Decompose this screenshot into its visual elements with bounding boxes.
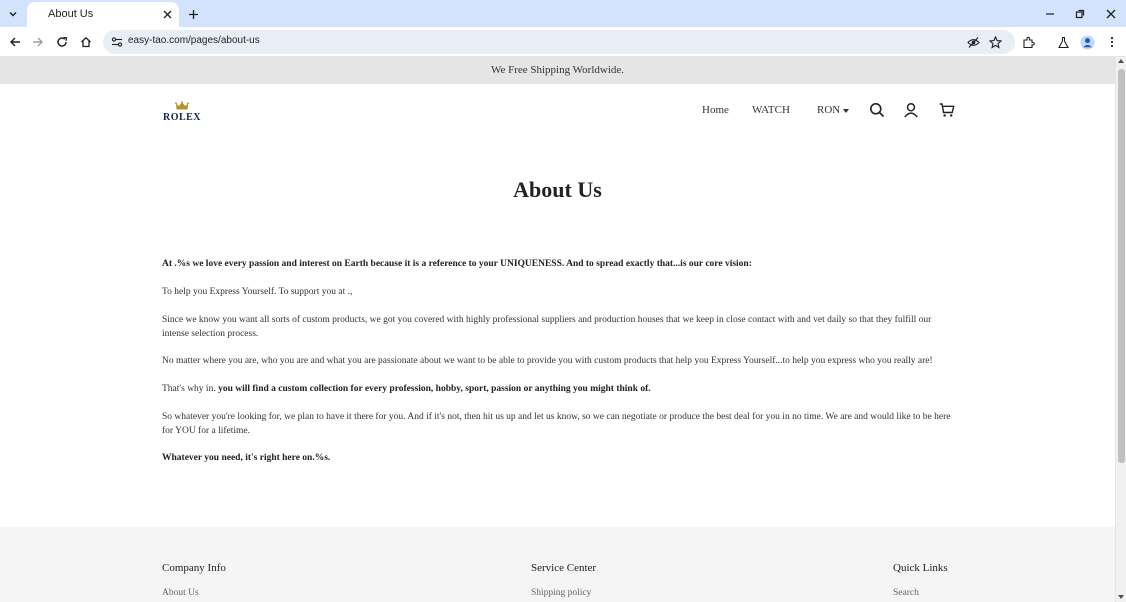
- footer-heading-service: Service Center: [531, 562, 597, 574]
- page-viewport: We Free Shipping Worldwide. ROLEX Home W…: [0, 57, 1115, 602]
- logo-text: ROLEX: [162, 112, 202, 123]
- cart-icon[interactable]: [939, 102, 955, 118]
- close-window-icon[interactable]: [1102, 5, 1120, 23]
- nav-watch-link[interactable]: WATCH: [752, 104, 790, 116]
- paragraph-collection: That's why in. you will find a custom co…: [162, 384, 651, 394]
- paragraph-deal: So whatever you're looking for, we plan …: [162, 412, 951, 436]
- new-tab-plus-icon[interactable]: [184, 5, 202, 23]
- active-tab[interactable]: About Us: [27, 2, 179, 27]
- minimize-icon[interactable]: [1041, 5, 1059, 23]
- scroll-up-arrow-icon[interactable]: [1118, 59, 1124, 63]
- reload-icon[interactable]: [52, 32, 72, 52]
- footer-heading-company: Company Info: [162, 562, 226, 574]
- paragraph-passion: No matter where you are, who you are and…: [162, 356, 933, 366]
- menu-kebab-icon[interactable]: [1102, 32, 1122, 52]
- paragraph-closing: Whatever you need, it's right here on.%s…: [162, 453, 331, 463]
- forward-arrow-icon[interactable]: [28, 32, 48, 52]
- url-text: easy-tao.com/pages/about-us: [128, 35, 260, 46]
- footer-heading-quick-links: Quick Links: [893, 562, 948, 574]
- page-scrollbar[interactable]: [1115, 57, 1126, 602]
- footer-link-search[interactable]: Search: [893, 588, 919, 598]
- account-icon[interactable]: [903, 102, 919, 118]
- site-footer: Company Info Service Center Quick Links …: [0, 527, 1115, 602]
- site-info-icon[interactable]: [110, 35, 124, 49]
- profile-avatar-icon[interactable]: [1077, 32, 1097, 52]
- tab-title: About Us: [48, 8, 94, 20]
- page-title: About Us: [513, 177, 602, 202]
- restore-icon[interactable]: [1071, 5, 1089, 23]
- labs-flask-icon[interactable]: [1053, 32, 1073, 52]
- paragraph-support: To help you Express Yourself. To support…: [162, 287, 353, 297]
- tab-search-chevron-icon[interactable]: [3, 4, 23, 24]
- crown-icon: [175, 101, 189, 110]
- search-icon[interactable]: [869, 102, 885, 118]
- paragraph-vision: At .%s we love every passion and interes…: [162, 259, 752, 269]
- back-arrow-icon[interactable]: [5, 32, 25, 52]
- extensions-puzzle-icon[interactable]: [1018, 32, 1038, 52]
- nav-home-link[interactable]: Home: [702, 104, 729, 116]
- address-bar[interactable]: easy-tao.com/pages/about-us: [103, 30, 1015, 54]
- currency-selector[interactable]: RON: [817, 104, 840, 116]
- footer-link-about-us[interactable]: About Us: [162, 588, 199, 598]
- site-logo[interactable]: ROLEX: [161, 101, 203, 125]
- eye-off-icon[interactable]: [964, 33, 982, 51]
- bookmark-star-icon[interactable]: [986, 33, 1004, 51]
- announcement-bar: We Free Shipping Worldwide.: [0, 57, 1115, 84]
- paragraph-suppliers: Since we know you want all sorts of cust…: [162, 315, 932, 339]
- scroll-thumb[interactable]: [1118, 69, 1125, 463]
- tab-close-icon[interactable]: [160, 7, 174, 21]
- tab-strip: About Us: [0, 0, 1126, 27]
- caret-down-icon: [843, 109, 849, 113]
- scroll-down-arrow-icon[interactable]: [1118, 595, 1124, 599]
- footer-link-shipping-policy[interactable]: Shipping policy: [531, 588, 591, 598]
- browser-toolbar: easy-tao.com/pages/about-us: [0, 27, 1126, 57]
- home-icon[interactable]: [76, 32, 96, 52]
